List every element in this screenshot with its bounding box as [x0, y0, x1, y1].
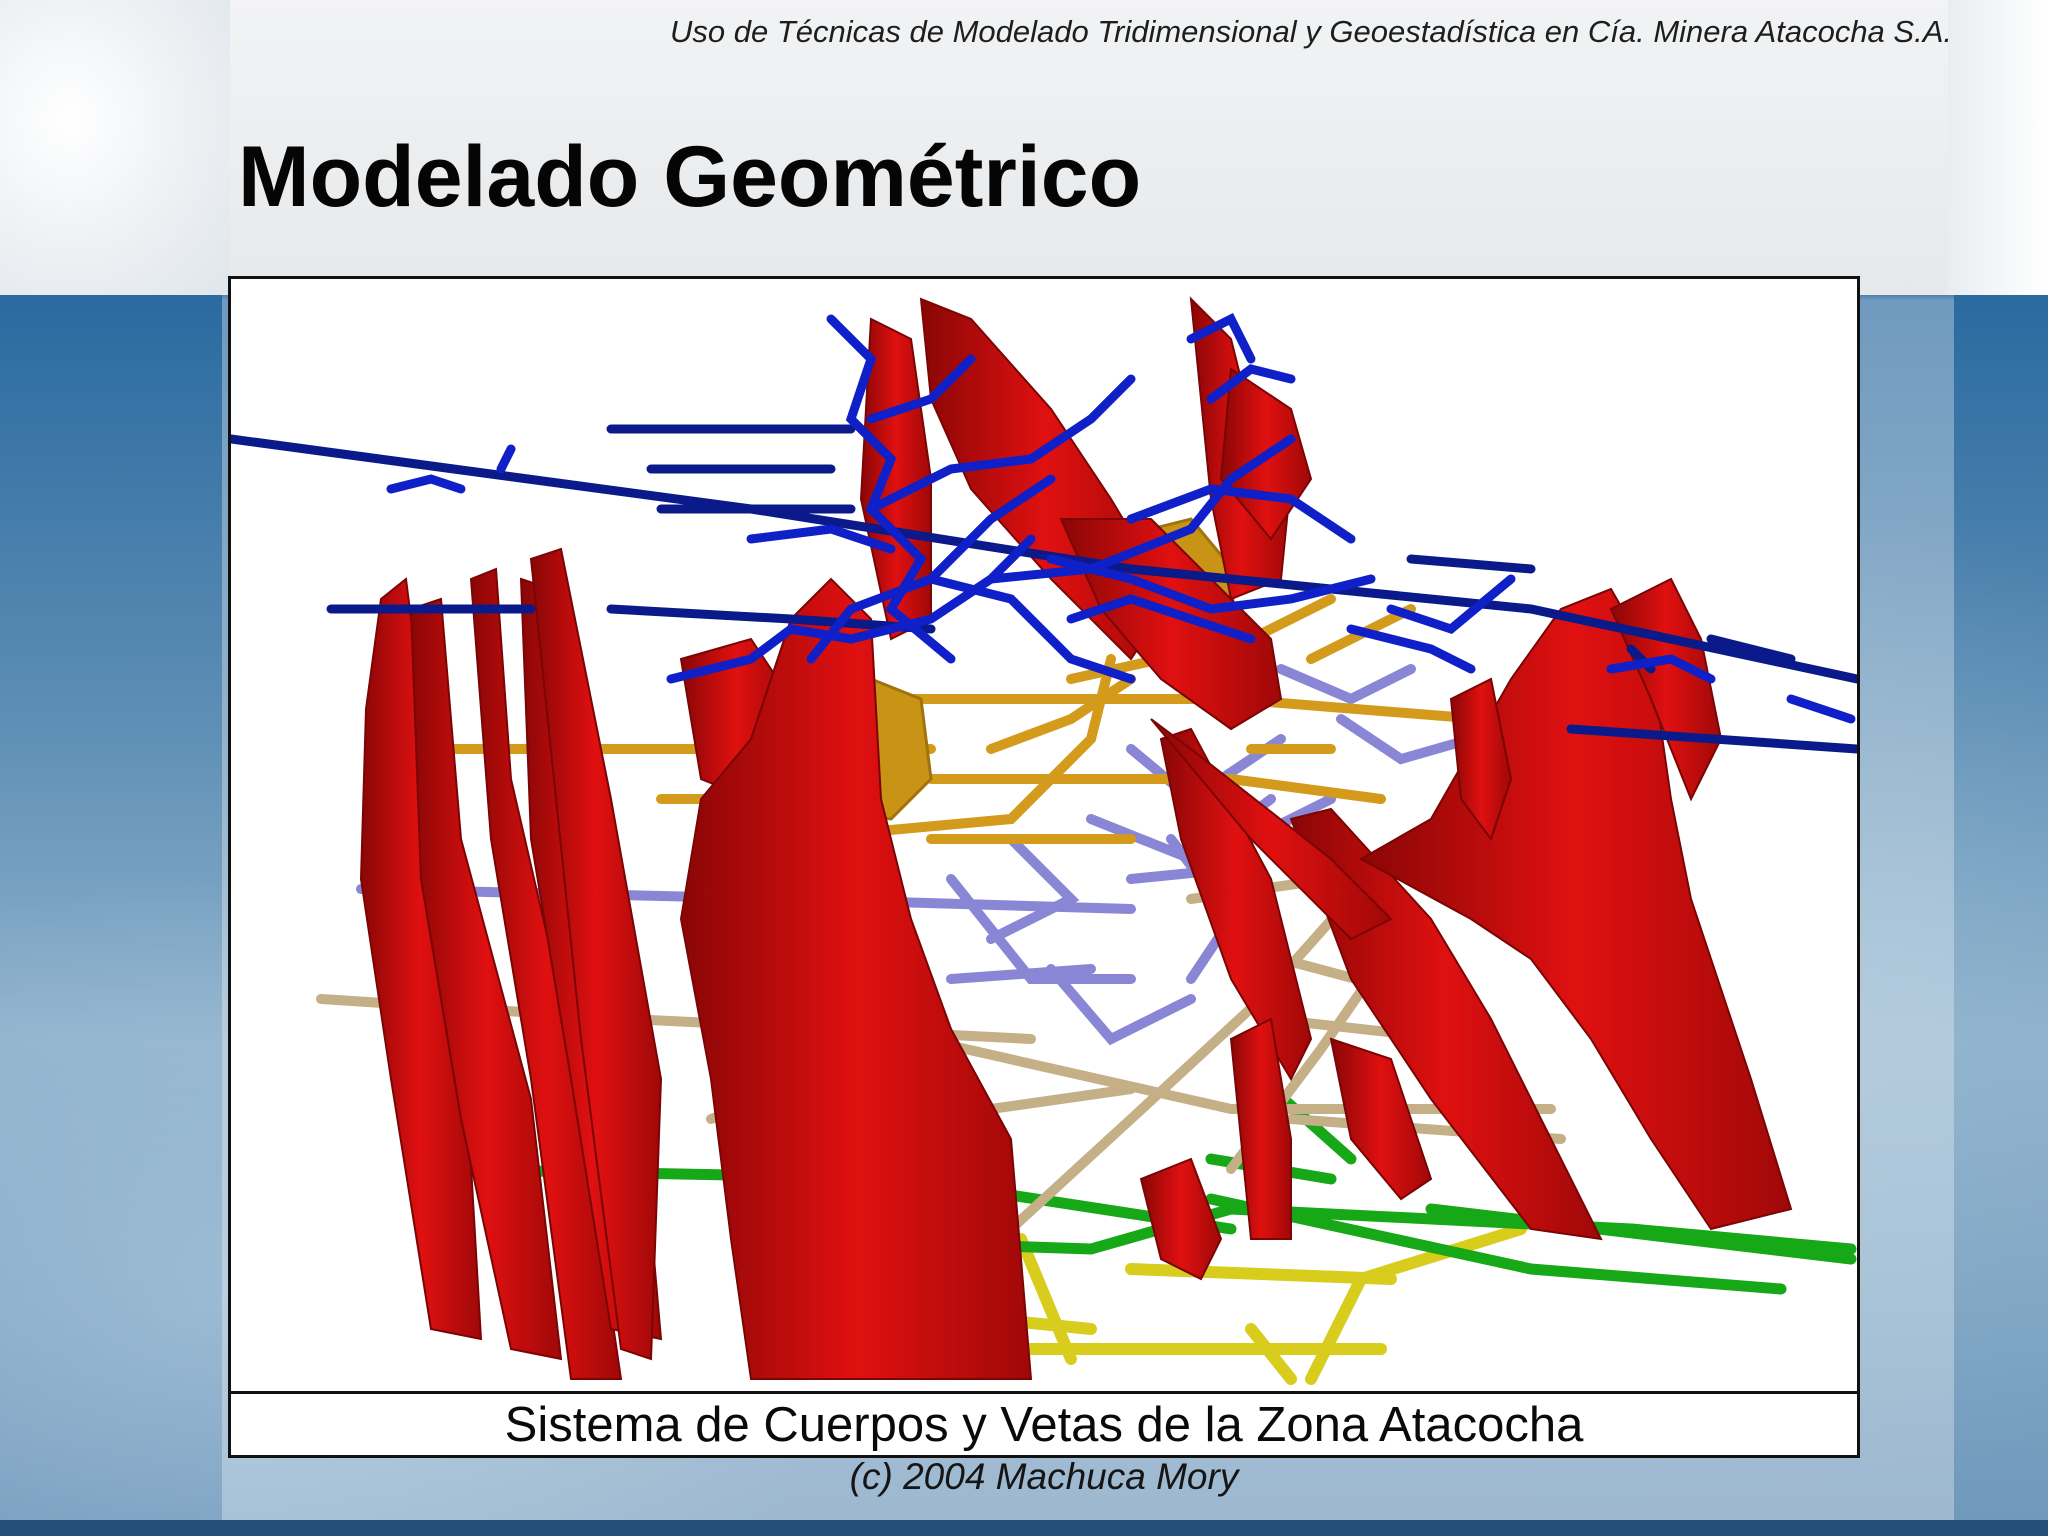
mine-3d-model-drawing — [231, 279, 1857, 1391]
figure-caption: Sistema de Cuerpos y Vetas de la Zona At… — [504, 1397, 1584, 1452]
copyright-notice: (c) 2004 Machuca Mory — [849, 1456, 1239, 1497]
slide-left-glow — [0, 0, 230, 300]
figure-frame: Sistema de Cuerpos y Vetas de la Zona At… — [228, 276, 1860, 1458]
slide-bottom-band — [0, 1520, 2048, 1536]
figure-caption-box: Sistema de Cuerpos y Vetas de la Zona At… — [231, 1391, 1857, 1455]
mine-3d-model-image — [231, 279, 1857, 1391]
slide-right-glow — [1948, 0, 2048, 300]
slide-title: Modelado Geométrico — [238, 129, 1142, 225]
presentation-subtitle: Uso de Técnicas de Modelado Tridimension… — [670, 14, 1952, 49]
